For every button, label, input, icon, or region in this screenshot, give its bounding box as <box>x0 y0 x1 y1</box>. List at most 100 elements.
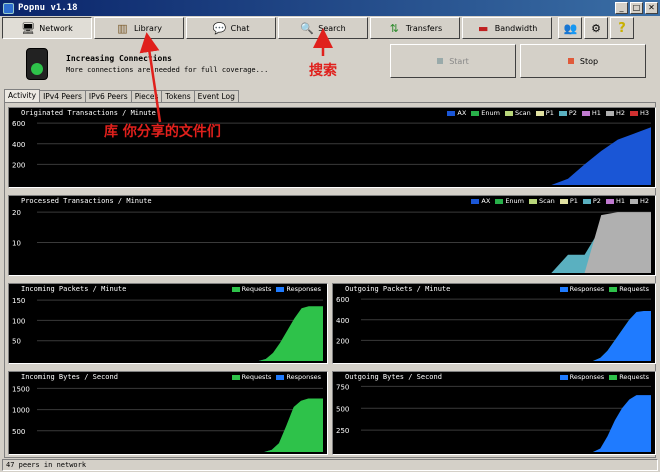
series-area-responses <box>361 311 651 361</box>
processed-transactions-chart: 20 10 Processed Transactions / Minute AX Enu… <box>8 195 656 276</box>
legend-label: H3 <box>639 109 649 117</box>
settings-button[interactable]: ⚙ <box>584 17 608 39</box>
users-button[interactable]: 👥 <box>558 17 582 39</box>
status-text: Increasing Connections More connections … <box>66 54 268 74</box>
search-button[interactable]: 🔍 Search <box>278 17 368 39</box>
y-tick-label: 200 <box>12 161 25 169</box>
chart-title: Outgoing Bytes / Second <box>345 373 442 381</box>
y-tick-label: 250 <box>336 427 349 435</box>
legend-swatch <box>471 110 480 116</box>
legend-item-p1: P1 <box>535 109 554 117</box>
series-area-requests <box>37 398 323 452</box>
chart-plot: 2010 <box>12 209 651 273</box>
minimize-button[interactable]: _ <box>615 2 628 14</box>
legend-label: Scan <box>539 197 555 205</box>
legend-swatch <box>495 198 504 204</box>
chat-button[interactable]: 💬 Chat <box>186 17 276 39</box>
legend-swatch <box>582 198 591 204</box>
legend-swatch <box>609 374 618 380</box>
series-area-requests <box>37 306 323 361</box>
tab-pieces[interactable]: Pieces <box>130 90 163 102</box>
library-icon: ▥ <box>117 21 128 35</box>
legend-swatch <box>559 286 568 292</box>
legend-swatch <box>276 286 285 292</box>
library-label: Library <box>134 23 162 33</box>
y-tick-label: 500 <box>336 405 349 413</box>
start-icon <box>437 58 444 64</box>
y-tick-label: 10 <box>12 240 21 248</box>
start-button[interactable]: Start <box>390 44 516 78</box>
y-tick-label: 50 <box>12 338 21 346</box>
transfers-button[interactable]: ⇅ Transfers <box>370 17 460 39</box>
transfers-icon: ⇅ <box>389 21 399 35</box>
legend-item-h2: H2 <box>605 109 625 117</box>
legend-label: Responses <box>286 285 321 293</box>
legend-label: H1 <box>591 109 601 117</box>
tab-ipv4-peers[interactable]: IPv4 Peers <box>39 90 86 102</box>
status-bar: 47 peers in network <box>2 459 658 471</box>
help-icon: ? <box>618 20 626 36</box>
legend-label: Scan <box>514 109 531 117</box>
bandwidth-icon: ▬ <box>478 21 489 35</box>
outgoing-packets-chart: 600 400 200 Outgoing Packets / Minute Respon… <box>332 283 656 364</box>
chart-legend: Requests Responses <box>231 373 321 381</box>
legend-label: H2 <box>639 197 649 205</box>
y-tick-label: 150 <box>12 297 25 305</box>
legend-swatch <box>558 110 567 116</box>
help-button[interactable]: ? <box>610 17 634 39</box>
legend-label: Responses <box>569 285 605 293</box>
tab-strip: Activity IPv4 Peers IPv6 Peers Pieces To… <box>4 89 239 102</box>
chart-title: Processed Transactions / Minute <box>21 197 152 205</box>
tab-event-log[interactable]: Event Log <box>193 90 239 102</box>
maximize-button[interactable]: □ <box>630 2 643 14</box>
chart-plot: 600 400 200 <box>336 296 651 361</box>
series-area-p2 <box>37 227 651 273</box>
tab-activity[interactable]: Activity <box>4 89 41 102</box>
legend-label: P1 <box>545 109 554 117</box>
legend-item-requests: Requests <box>609 285 649 293</box>
legend-label: P1 <box>569 197 578 205</box>
legend-swatch <box>605 110 614 116</box>
status-subtitle: More connections are needed for full cov… <box>66 66 269 74</box>
legend-label: Requests <box>619 285 649 293</box>
search-icon: 🔍 <box>300 21 314 35</box>
chart-title: Incoming Packets / Minute <box>21 285 127 293</box>
y-tick-label: 750 <box>336 383 349 391</box>
legend-swatch <box>629 110 638 116</box>
legend-label: AX <box>457 109 467 117</box>
stop-button[interactable]: Stop <box>520 44 646 78</box>
chart-title: Incoming Bytes / Second <box>21 373 118 381</box>
network-label: Network <box>39 23 73 33</box>
legend-item-ax: AX <box>471 197 490 205</box>
chat-label: Chat <box>230 23 250 33</box>
y-tick-label: 1500 <box>12 385 30 393</box>
window-controls: _ □ ✕ <box>615 2 658 14</box>
legend-item-p1: P1 <box>559 197 578 205</box>
search-annotation: 搜索 <box>309 63 337 79</box>
legend-item-requests: Requests <box>231 285 271 293</box>
legend-swatch <box>447 110 456 116</box>
legend-label: Responses <box>569 373 605 381</box>
legend-item-scan: Scan <box>529 197 555 205</box>
tab-tokens[interactable]: Tokens <box>161 90 195 102</box>
legend-item-enum: Enum <box>471 109 500 117</box>
library-button[interactable]: ▥ Library <box>94 17 184 39</box>
bandwidth-button[interactable]: ▬ Bandwidth <box>462 17 552 39</box>
legend-item-requests: Requests <box>231 373 271 381</box>
legend-item-scan: Scan <box>504 109 531 117</box>
y-tick-label: 20 <box>12 209 21 217</box>
tab-ipv6-peers[interactable]: IPv6 Peers <box>84 90 132 102</box>
network-button[interactable]: 🖥 Network <box>2 17 92 39</box>
chart-legend: AX Enum Scan P1 P2 H1 H2 <box>471 197 649 205</box>
legend-label: H1 <box>615 197 625 205</box>
legend-item-responses: Responses <box>276 373 321 381</box>
chart-plot: 150 100 50 <box>12 297 323 361</box>
legend-label: Enum <box>481 109 500 117</box>
legend-swatch <box>276 374 285 380</box>
users-icon: 👥 <box>563 21 578 35</box>
main-toolbar: 🖥 Network ▥ Library 💬 Chat 🔍 Search ⇅ Tr… <box>2 17 658 39</box>
legend-item-responses: Responses <box>276 285 321 293</box>
chart-legend: Requests Responses <box>231 285 321 293</box>
gear-icon: ⚙ <box>591 21 601 35</box>
close-button[interactable]: ✕ <box>645 2 658 14</box>
